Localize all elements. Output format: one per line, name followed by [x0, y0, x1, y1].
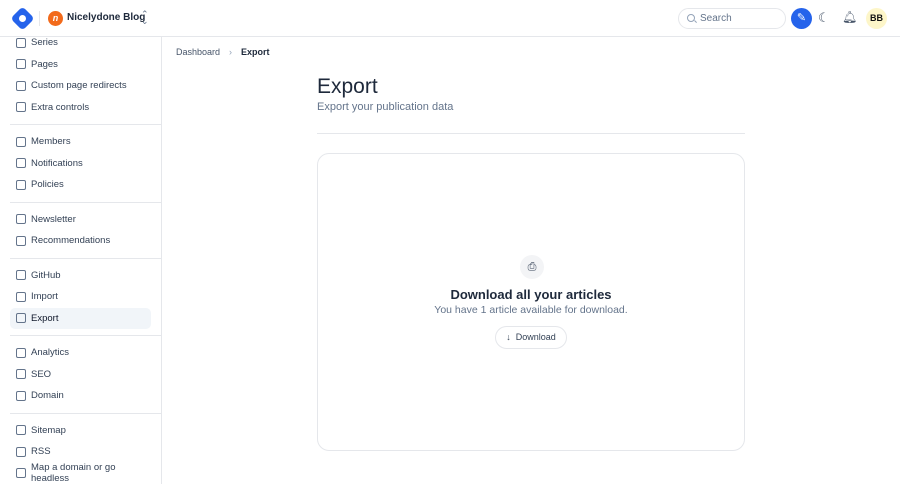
card-text: You have 1 article available for downloa…: [434, 304, 628, 316]
sidebar-item-seo[interactable]: SEO: [10, 364, 151, 386]
sidebar-item-label: Newsletter: [31, 213, 76, 225]
sidebar-item-label: Extra controls: [31, 101, 90, 113]
seo-icon: [16, 369, 26, 380]
download-button[interactable]: ↓ Download: [495, 326, 567, 349]
sidebar-item-label: Map a domain or go headless: [31, 462, 116, 484]
sidebar-item-label: RSS: [31, 446, 51, 458]
notifications-bell-icon[interactable]: 🔔︎: [842, 10, 857, 24]
sidebar-item-label: Custom page redirects: [31, 80, 127, 92]
write-button[interactable]: ✎: [791, 8, 812, 29]
sidebar-item-custom-page-redirects[interactable]: Custom page redirects: [10, 75, 151, 97]
sitemap-icon: [16, 425, 26, 436]
sidebar-item-label: Domain: [31, 390, 64, 402]
sidebar-item-label: Policies: [31, 179, 64, 191]
divider: [10, 335, 161, 336]
sidebar-item-members[interactable]: Members: [10, 131, 151, 153]
map-a-domain-or-go-headless-icon: [16, 468, 26, 479]
custom-page-redirects-icon: [16, 80, 26, 91]
sidebar-item-label: Analytics: [31, 347, 70, 359]
sidebar-item-notifications[interactable]: Notifications: [10, 153, 151, 175]
sidebar-item-domain[interactable]: Domain: [10, 385, 151, 407]
analytics-icon: [16, 347, 26, 358]
chevron-right-icon: ›: [229, 47, 233, 57]
page-title: Export: [317, 75, 378, 98]
divider: [10, 201, 161, 203]
theme-toggle-moon-icon[interactable]: ☾: [818, 10, 830, 26]
divider: [317, 133, 745, 134]
sidebar-item-recommendations[interactable]: Recommendations: [10, 230, 151, 252]
file-download-icon: ⎙: [520, 255, 544, 279]
search-input[interactable]: Search: [678, 8, 786, 29]
blog-name[interactable]: Nicelydone Blog: [67, 12, 145, 23]
page-subtitle: Export your publication data: [317, 101, 454, 113]
sidebar-item-import[interactable]: Import: [10, 286, 151, 308]
sidebar-item-pages[interactable]: Pages: [10, 54, 151, 76]
import-icon: [16, 291, 26, 302]
sidebar-item-github[interactable]: GitHub: [10, 265, 151, 287]
breadcrumb-dashboard[interactable]: Dashboard: [176, 47, 220, 57]
sidebar-item-label: Notifications: [31, 157, 83, 169]
main-content: Dashboard › Export Export Export your publ…: [162, 37, 900, 484]
recommendations-icon: [16, 235, 26, 246]
divider: [10, 257, 161, 259]
chevron-up-down-icon[interactable]: ⌃ ⌄: [141, 10, 149, 26]
pages-icon: [16, 59, 26, 70]
sidebar-item-label: Import: [31, 291, 58, 303]
sidebar-item-label: Export: [31, 312, 59, 324]
download-label: Download: [515, 332, 556, 342]
pencil-icon: ✎: [796, 12, 807, 24]
export-card: ⎙ Download all your articles You have 1 …: [317, 153, 745, 451]
notifications-icon: [16, 158, 26, 169]
sidebar-item-label: GitHub: [31, 269, 61, 281]
avatar[interactable]: BB: [866, 8, 887, 29]
sidebar-item-newsletter[interactable]: Newsletter: [10, 209, 151, 231]
sidebar: Series Pages Custom page redirects Extra co…: [0, 37, 162, 484]
sidebar-item-sitemap[interactable]: Sitemap: [10, 420, 151, 442]
sidebar-item-label: Sitemap: [31, 424, 66, 436]
sidebar-item-export[interactable]: Export: [10, 307, 151, 329]
search-placeholder: Search: [700, 13, 732, 24]
sidebar-item-rss[interactable]: RSS: [10, 441, 151, 463]
policies-icon: [16, 179, 26, 190]
export-icon: [16, 313, 26, 324]
sidebar-item-series[interactable]: Series: [10, 32, 151, 54]
sidebar-item-label: SEO: [31, 368, 52, 380]
members-icon: [16, 136, 26, 147]
sidebar-item-extra-controls[interactable]: Extra controls: [10, 97, 151, 119]
extra-controls-icon: [16, 102, 26, 113]
arrow-down-icon: ↓: [506, 332, 511, 342]
card-heading: Download all your articles: [450, 287, 612, 302]
breadcrumb-current: Export: [241, 47, 270, 57]
breadcrumb: Dashboard › Export: [176, 47, 270, 57]
blog-logo-icon: n: [48, 11, 63, 26]
rss-icon: [16, 446, 26, 457]
github-icon: [16, 270, 26, 281]
sidebar-item-policies[interactable]: Policies: [10, 174, 151, 196]
series-icon: [16, 37, 26, 48]
divider: [10, 412, 161, 414]
sidebar-item-label: Pages: [31, 58, 58, 70]
search-icon: [687, 14, 695, 22]
divider: [10, 124, 161, 125]
domain-icon: [16, 390, 26, 401]
sidebar-item-label: Recommendations: [31, 235, 111, 247]
sidebar-item-label: Members: [31, 136, 71, 148]
sidebar-item-analytics[interactable]: Analytics: [10, 342, 151, 364]
sidebar-item-label: Series: [31, 37, 58, 49]
divider: [39, 11, 40, 26]
app-logo-icon[interactable]: [10, 6, 35, 31]
sidebar-item-map-a-domain-or-go-headless[interactable]: Map a domain or go headless: [10, 462, 151, 484]
newsletter-icon: [16, 214, 26, 225]
